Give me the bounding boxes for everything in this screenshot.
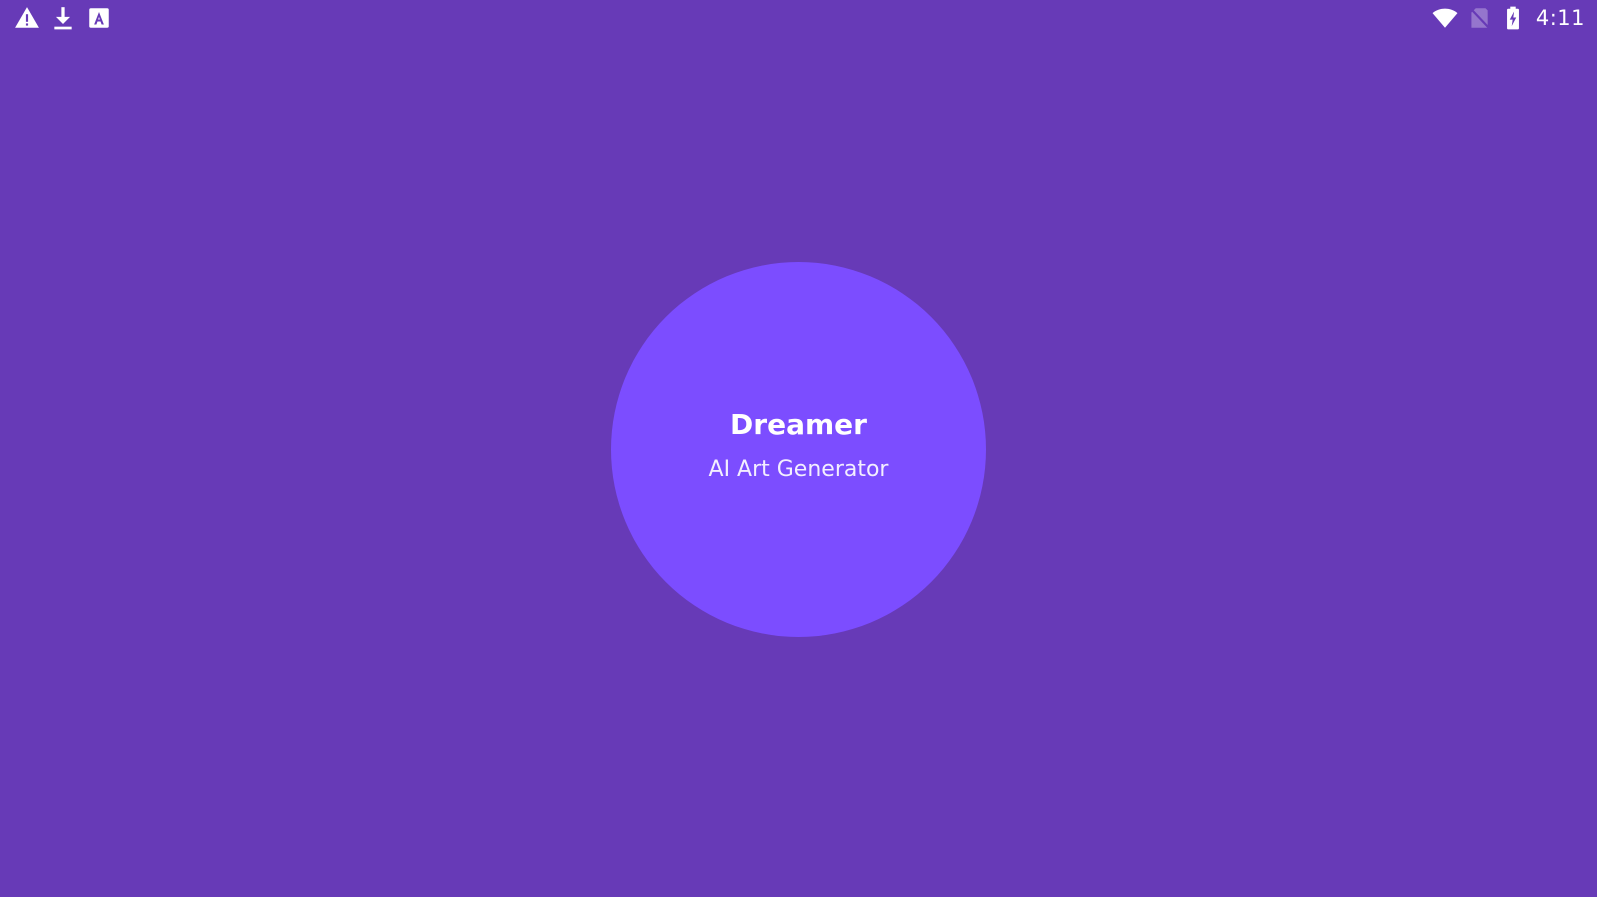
app-title: Dreamer: [730, 408, 867, 441]
app-subtitle: AI Art Generator: [708, 457, 889, 482]
text-a-icon: [86, 5, 112, 31]
clock: 4:11: [1535, 6, 1585, 30]
no-sim-icon: [1466, 5, 1492, 31]
status-bar: 4:11: [0, 0, 1597, 36]
battery-charging-icon: [1500, 5, 1526, 31]
splash-logo-circle: Dreamer AI Art Generator: [611, 262, 986, 637]
download-icon: [50, 5, 76, 31]
wifi-icon: [1432, 5, 1458, 31]
status-bar-left: [14, 0, 122, 36]
status-bar-right: 4:11: [1432, 0, 1585, 36]
splash-screen: 4:11 Dreamer AI Art Generator: [0, 0, 1597, 897]
warning-icon: [14, 5, 40, 31]
